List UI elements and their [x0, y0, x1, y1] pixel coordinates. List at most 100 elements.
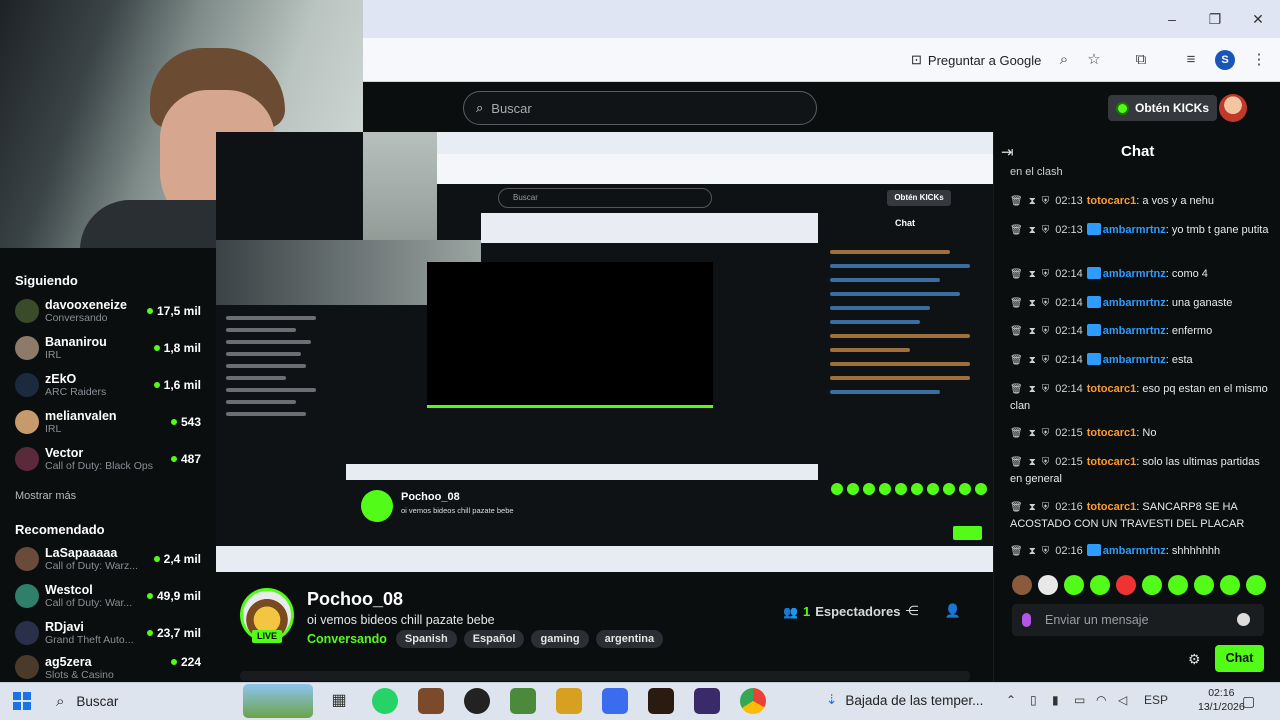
emote-icon[interactable]	[1194, 575, 1214, 595]
media-control-icon[interactable]: ≡	[1180, 49, 1202, 71]
viewer-count: 49,9 mil	[146, 589, 201, 603]
tag-espanol[interactable]: Español	[463, 630, 525, 648]
sidebar-item-vector[interactable]: Vector Call of Duty: Black Ops 487	[0, 440, 216, 477]
emote-icon[interactable]	[1038, 575, 1058, 595]
timeout-icon: ⧗	[1028, 428, 1036, 439]
channel-name: ag5zera	[45, 655, 92, 669]
close-icon[interactable]: ✕	[1247, 8, 1269, 30]
whatsapp-icon[interactable]	[372, 688, 398, 714]
tray-mic-icon[interactable]: ▮	[1052, 693, 1059, 707]
roblox-icon[interactable]	[602, 688, 628, 714]
browser-menu-icon[interactable]: ⋮	[1248, 49, 1270, 71]
timeout-icon: ⧗	[1028, 196, 1036, 207]
chat-message[interactable]: 🗑 ⧗ ⛨ 02:14 ambarmrtnz: enfermo	[1010, 323, 1272, 340]
network-icon[interactable]: ▭	[1074, 693, 1085, 707]
chat-message[interactable]: 🗑 ⧗ ⛨ 02:13 ambarmrtnz: yo tmb t gane putita	[1010, 222, 1272, 239]
emote-icon[interactable]	[1064, 575, 1084, 595]
windows-start-icon[interactable]	[13, 692, 31, 710]
chrome-icon[interactable]	[740, 688, 766, 714]
minecraft-icon[interactable]	[510, 688, 536, 714]
profile-avatar[interactable]: S	[1215, 50, 1235, 70]
ban-icon: ⛨	[1041, 384, 1050, 395]
tag-argentina[interactable]: argentina	[595, 630, 664, 648]
sidebar-item-zeko[interactable]: zEkO ARC Raiders 1,6 mil	[0, 366, 216, 403]
input-language[interactable]: ESP	[1144, 693, 1168, 707]
viewer-count-label: Espectadores	[815, 604, 901, 619]
ask-google-button[interactable]: ⊡ Preguntar a Google	[903, 48, 1049, 72]
taskbar-clock[interactable]: 02:16 13/1/2026	[1198, 686, 1245, 714]
task-view-icon[interactable]: ▦	[326, 688, 352, 714]
emote-icon[interactable]	[1012, 575, 1032, 595]
share-icon[interactable]: ⋲	[903, 602, 921, 620]
sidebar-item-bananirou[interactable]: Bananirou IRL 1,8 mil	[0, 329, 216, 366]
tray-app-icon[interactable]: ▯	[1030, 693, 1037, 707]
live-dot-icon	[153, 381, 160, 388]
chat-message[interactable]: 🗑 ⧗ ⛨ 02:15 totocarc1: solo las ultimas part…	[1010, 454, 1272, 487]
notifications-icon[interactable]: ▢	[1242, 693, 1255, 710]
chat-message-input[interactable]: Enviar un mensaje	[1012, 604, 1264, 636]
game-app-icon[interactable]	[418, 688, 444, 714]
user-avatar[interactable]	[1219, 94, 1247, 122]
app-icon[interactable]	[464, 688, 490, 714]
emote-icon[interactable]	[1246, 575, 1266, 595]
viewer-count: 487	[170, 452, 201, 466]
maximize-icon[interactable]: ❐	[1204, 8, 1226, 30]
channel-name: LaSapaaaaa	[45, 545, 118, 560]
viewer-count: 2,4 mil	[153, 552, 201, 566]
game-launcher-icon[interactable]	[556, 688, 582, 714]
tag-spanish[interactable]: Spanish	[395, 630, 457, 648]
chat-send-button[interactable]: Chat	[1215, 645, 1264, 672]
chat-message[interactable]: 🗑 ⧗ ⛨ 02:14 ambarmrtnz: esta	[1010, 352, 1272, 369]
extensions-icon[interactable]: ⧉	[1130, 49, 1152, 71]
nested-search-input: Buscar	[498, 188, 712, 208]
emote-icon[interactable]	[1168, 575, 1188, 595]
microphone-icon[interactable]	[1022, 613, 1031, 627]
collapse-chat-icon[interactable]: ⇥	[1001, 143, 1014, 161]
timeout-icon: ⧗	[1028, 546, 1036, 557]
show-more-link[interactable]: Mostrar más	[15, 490, 76, 502]
chat-message[interactable]: 🗑 ⧗ ⛨ 02:13 totocarc1: a vos y a nehu	[1010, 193, 1272, 210]
chat-message[interactable]: 🗑 ⧗ ⛨ 02:14 ambarmrtnz: una ganaste	[1010, 295, 1272, 312]
get-kicks-button[interactable]: Obtén KICKs	[1108, 95, 1218, 121]
chat-message[interactable]: 🗑 ⧗ ⛨ 02:16 ambarmrtnz: shhhhhhh	[1010, 543, 1272, 560]
channel-name-title[interactable]: Pochoo_08	[307, 589, 403, 610]
nested-taskbar	[216, 546, 993, 572]
emote-icon[interactable]	[1090, 575, 1110, 595]
chat-message[interactable]: 🗑 ⧗ ⛨ 02:14 ambarmrtnz: como 4	[1010, 266, 1272, 283]
weather-widget[interactable]: ⇣ Bajada de las temper...	[826, 692, 983, 708]
search-input[interactable]: ⌕ Buscar	[463, 91, 817, 125]
volume-icon[interactable]: ◁	[1118, 693, 1127, 707]
sidebar-item-westcol[interactable]: Westcol Call of Duty: War... 49,9 mil	[0, 577, 216, 614]
sidebar-item-ag5zera[interactable]: ag5zera Slots & Casino 224	[0, 651, 216, 679]
avatar	[15, 583, 39, 608]
channel-name: zEkO	[45, 371, 77, 386]
emoji-picker-icon[interactable]	[1237, 613, 1250, 626]
chat-username: ambarmrtnz	[1102, 325, 1166, 337]
emote-icon[interactable]	[1220, 575, 1240, 595]
chat-message[interactable]: 🗑 ⧗ ⛨ 02:16 totocarc1: SANCARP8 SE HA ACOSTA…	[1010, 499, 1272, 532]
live-dot-icon	[146, 592, 153, 599]
chat-settings-gear-icon[interactable]: ⚙	[1188, 651, 1201, 668]
bookmark-star-icon[interactable]: ☆	[1083, 49, 1105, 71]
sidebar-item-lasapaaaaa[interactable]: LaSapaaaaa Call of Duty: Warz... 2,4 mil	[0, 540, 216, 577]
tray-chevron-icon[interactable]: ⌃	[1006, 693, 1016, 707]
game-app-icon[interactable]	[694, 688, 720, 714]
search-icon: ⌕	[476, 100, 484, 115]
sidebar-item-rdjavi[interactable]: RDjavi Grand Theft Auto... 23,7 mil	[0, 614, 216, 651]
zoom-icon[interactable]: ⌕	[1053, 49, 1075, 71]
emote-icon[interactable]	[1116, 575, 1136, 595]
minimize-icon[interactable]: –	[1161, 8, 1183, 30]
tag-gaming[interactable]: gaming	[531, 630, 589, 648]
game-app-icon[interactable]	[648, 688, 674, 714]
chat-username: totocarc1	[1086, 383, 1137, 395]
follow-user-icon[interactable]: 👤	[944, 602, 962, 620]
delete-icon: 🗑	[1010, 326, 1023, 337]
emote-icon[interactable]	[1142, 575, 1162, 595]
chat-message[interactable]: 🗑 ⧗ ⛨ 02:14 totocarc1: eso pq estan en el mi…	[1010, 381, 1272, 414]
sidebar-item-davooxeneize[interactable]: davooxeneize Conversando 17,5 mil	[0, 292, 216, 329]
sidebar-item-melianvalen[interactable]: melianvalen IRL 543	[0, 403, 216, 440]
ban-icon: ⛨	[1041, 355, 1050, 366]
chat-message[interactable]: 🗑 ⧗ ⛨ 02:15 totocarc1: No	[1010, 425, 1272, 442]
stream-category-link[interactable]: Conversando	[307, 632, 387, 646]
wifi-icon[interactable]: ◠	[1096, 693, 1106, 707]
